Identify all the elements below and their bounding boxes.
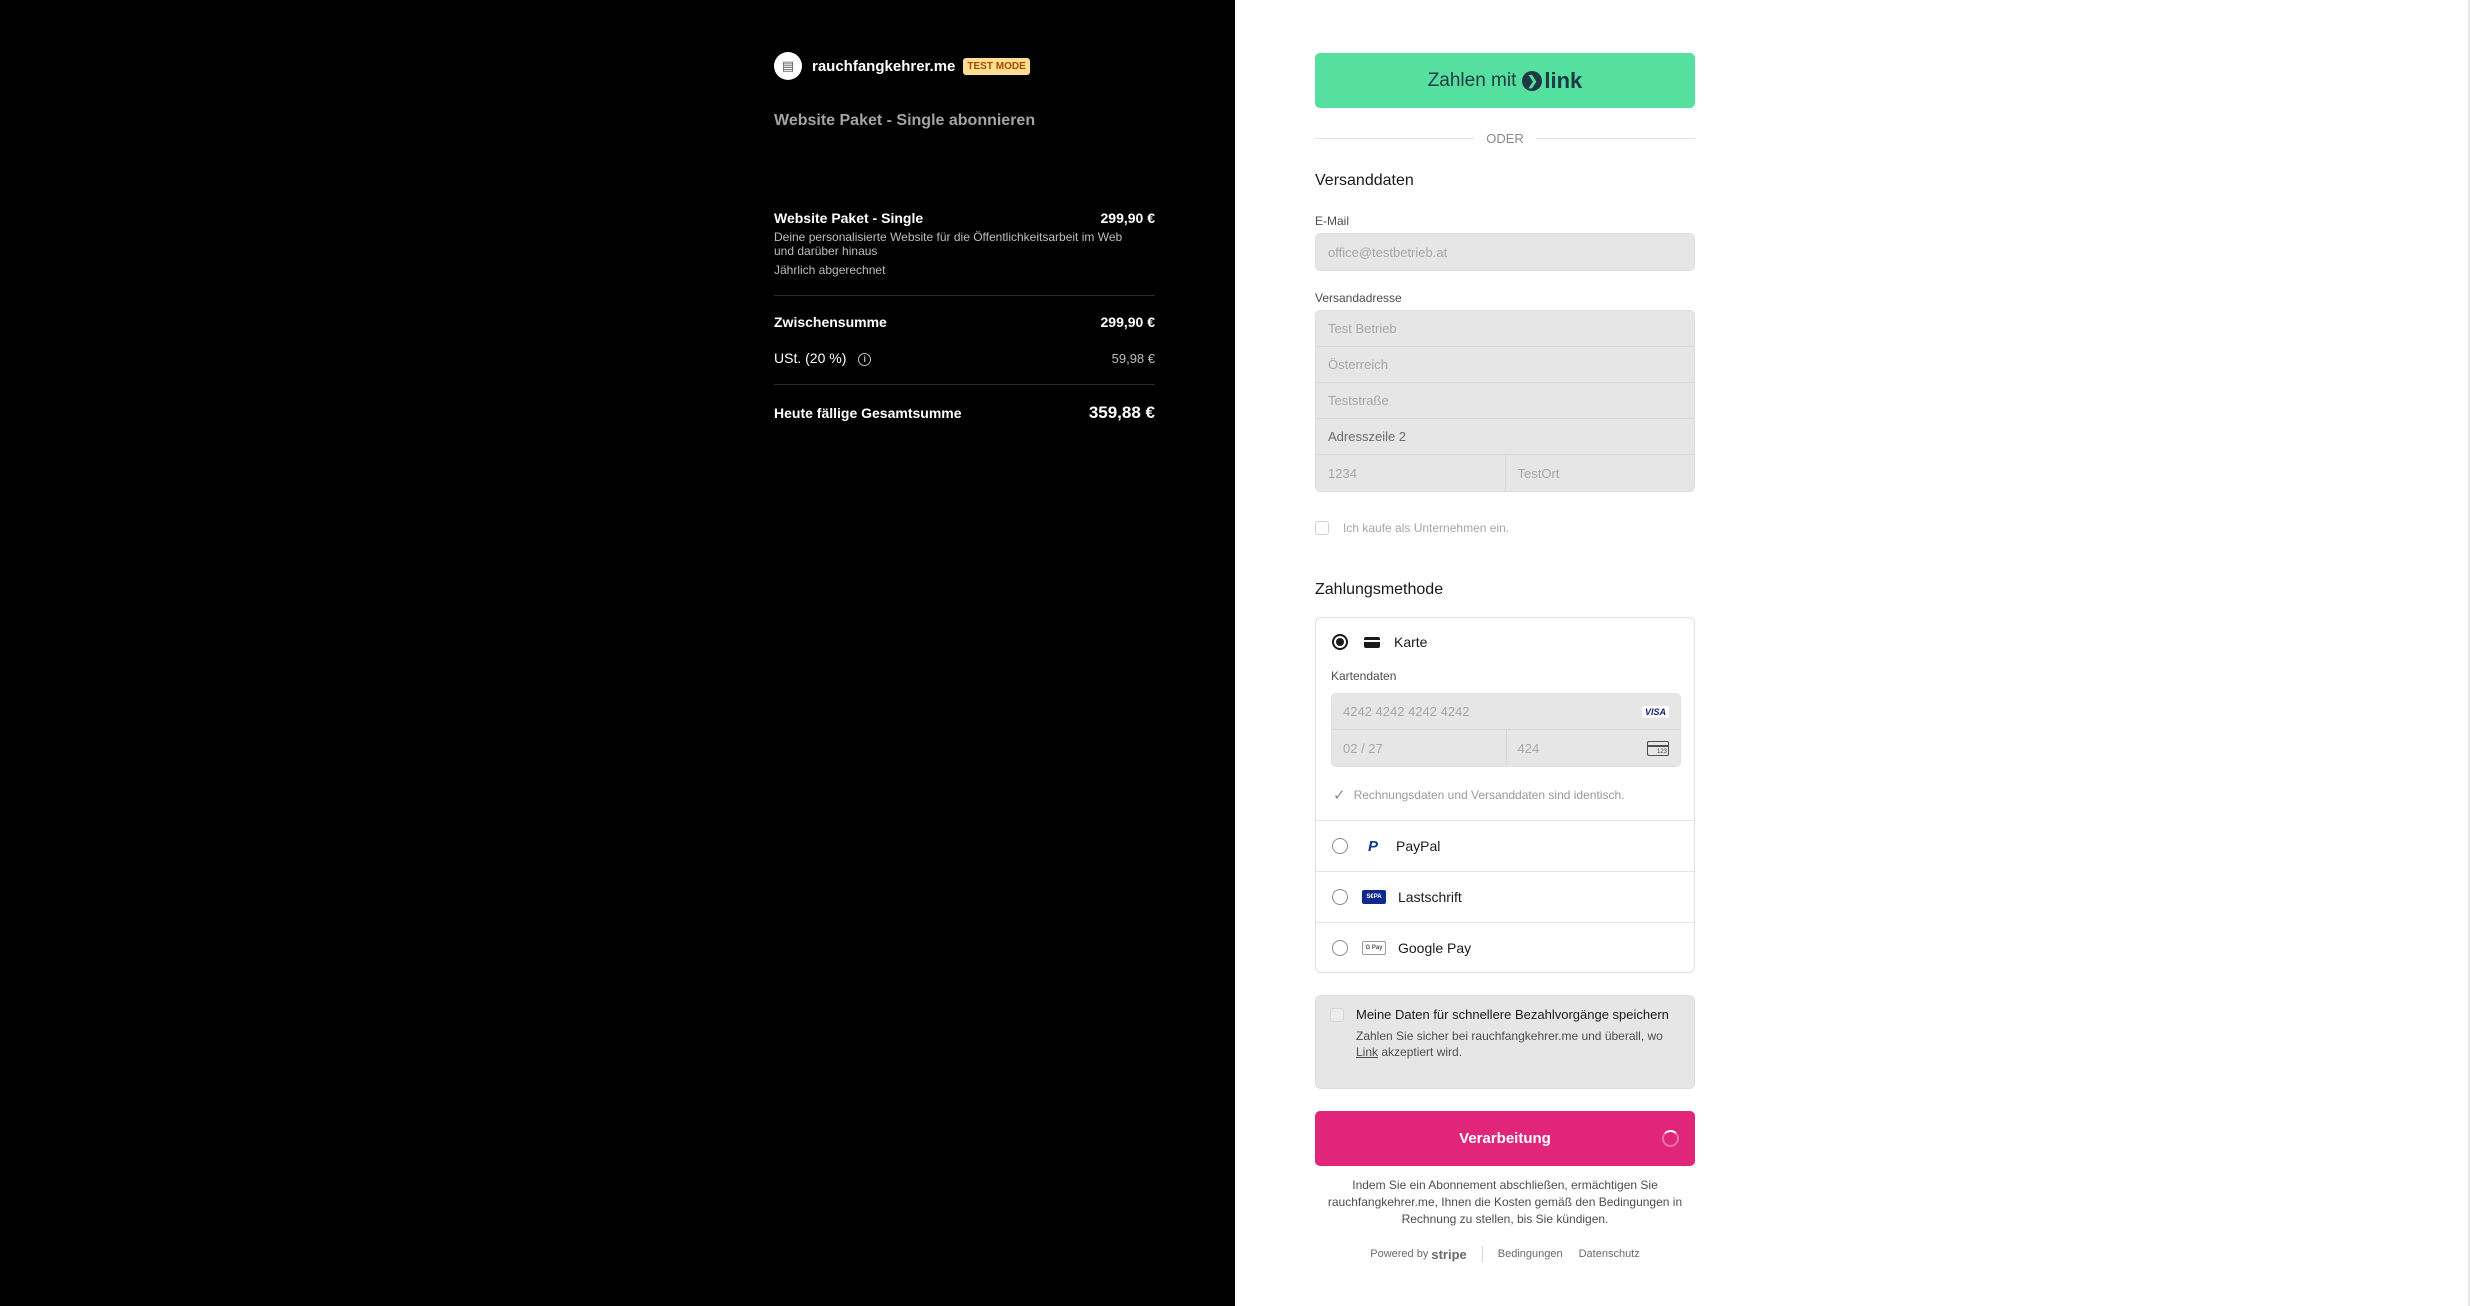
subtotal-value: 299,90 €	[1100, 314, 1156, 330]
payment-option-google-pay[interactable]: G Pay Google Pay	[1316, 923, 1694, 973]
company-checkbox[interactable]	[1315, 521, 1329, 535]
country-select[interactable]: Österreich	[1316, 347, 1694, 383]
street-field[interactable]: Teststraße	[1316, 383, 1694, 419]
subtotal-label: Zwischensumme	[774, 314, 887, 330]
shipping-title: Versanddaten	[1315, 172, 1414, 189]
line-item-description: Deine personalisierte Website für die Öf…	[774, 230, 1123, 258]
tax-label: USt. (20 %)	[774, 350, 847, 366]
cvc-icon: 123	[1647, 740, 1669, 756]
tax-row: USt. (20 %) i 59,98 €	[774, 350, 1155, 366]
sepa-icon: S€PA	[1362, 890, 1386, 904]
tax-value: 59,98 €	[1111, 350, 1155, 366]
cvc-field[interactable]: 424 123	[1505, 730, 1681, 766]
order-summary-panel: ▤ rauchfangkehrer.me TEST MODE Website P…	[0, 0, 1235, 1306]
total-value: 359,88 €	[1088, 403, 1155, 422]
terms-link[interactable]: Bedingungen	[1498, 1248, 1563, 1260]
test-mode-badge: TEST MODE	[963, 57, 1030, 75]
card-number-value: 4242 4242 4242 4242	[1343, 704, 1470, 719]
company-checkbox-label: Ich kaufe als Unternehmen ein.	[1343, 521, 1510, 535]
divider	[774, 295, 1155, 296]
google-pay-icon: G Pay	[1362, 941, 1386, 955]
address-label: Versandadresse	[1315, 291, 1402, 305]
line-item-price: 299,90 €	[1100, 210, 1156, 226]
summary-list: Website Paket - Single 299,90 € Deine pe…	[774, 210, 1155, 423]
card-data-fields: 4242 4242 4242 4242 VISA 02 / 27 424 123	[1331, 693, 1681, 767]
payment-methods: Karte Kartendaten 4242 4242 4242 4242 VI…	[1315, 617, 1695, 973]
pay-with-link-button[interactable]: Zahlen mit ❯ link	[1315, 53, 1695, 108]
link-logo: ❯ link	[1522, 68, 1582, 94]
name-field[interactable]: Test Betrieb	[1316, 311, 1694, 347]
submit-button-label: Verarbeitung	[1459, 1130, 1551, 1147]
submit-button[interactable]: Verarbeitung	[1315, 1111, 1695, 1166]
link-logo-text: link	[1544, 67, 1583, 93]
line-item-name: Website Paket - Single	[774, 210, 924, 226]
paypal-label: PayPal	[1396, 838, 1441, 854]
card-radio[interactable]	[1332, 634, 1348, 650]
link-arrow-icon: ❯	[1522, 70, 1543, 91]
zip-city-row: 1234 TestOrt	[1316, 455, 1694, 491]
divider	[1481, 1246, 1483, 1262]
expiry-value: 02 / 27	[1343, 740, 1383, 756]
divider	[774, 384, 1155, 385]
paypal-radio[interactable]	[1332, 838, 1348, 854]
address-line2-field[interactable]: Adresszeile 2	[1316, 419, 1694, 455]
or-divider: ODER	[1315, 131, 1695, 146]
merchant-logo-icon: ▤	[774, 52, 802, 80]
save-info-checkbox[interactable]	[1330, 1008, 1344, 1022]
google-pay-radio[interactable]	[1332, 940, 1348, 956]
legal-text: Indem Sie ein Abonnement abschließen, er…	[1327, 1178, 1683, 1226]
product-heading: Website Paket - Single abonnieren	[774, 112, 1036, 129]
card-label: Karte	[1394, 634, 1428, 650]
credit-card-icon	[1364, 636, 1380, 648]
merchant-header[interactable]: ▤ rauchfangkehrer.me TEST MODE	[774, 52, 1030, 80]
footer: Powered by stripe Bedingungen Datenschut…	[1315, 1246, 1695, 1262]
line-item: Website Paket - Single 299,90 €	[774, 210, 1155, 226]
save-info-title: Meine Daten für schnellere Bezahlvorgäng…	[1356, 1007, 1669, 1022]
sepa-label: Lastschrift	[1398, 889, 1462, 905]
payment-option-paypal[interactable]: P PayPal	[1316, 821, 1694, 871]
link-button-label: Zahlen mit	[1427, 69, 1517, 91]
merchant-name: rauchfangkehrer.me	[812, 57, 956, 75]
billing-same-checkbox[interactable]: ✓ Rechnungsdaten und Versanddaten sind i…	[1333, 786, 1624, 804]
company-checkbox-row[interactable]: Ich kaufe als Unternehmen ein.	[1315, 521, 1509, 535]
zip-field[interactable]: 1234	[1316, 455, 1505, 491]
card-data-label: Kartendaten	[1331, 669, 1397, 683]
city-field[interactable]: TestOrt	[1504, 455, 1695, 491]
payment-option-sepa[interactable]: S€PA Lastschrift	[1316, 872, 1694, 922]
visa-icon: VISA	[1641, 705, 1669, 718]
link-info-link[interactable]: Link	[1356, 1045, 1378, 1059]
total-label: Heute fällige Gesamtsumme	[774, 405, 962, 421]
total-row: Heute fällige Gesamtsumme 359,88 €	[774, 403, 1155, 423]
cvc-value: 424	[1517, 740, 1540, 756]
email-label: E-Mail	[1315, 214, 1350, 228]
google-pay-label: Google Pay	[1398, 940, 1472, 956]
powered-by-text: Powered by	[1370, 1248, 1429, 1260]
privacy-link[interactable]: Datenschutz	[1579, 1248, 1640, 1260]
sepa-radio[interactable]	[1332, 889, 1348, 905]
line-item-billing: Jährlich abgerechnet	[774, 263, 886, 277]
email-field[interactable]: office@testbetrieb.at	[1315, 233, 1695, 271]
checkmark-icon: ✓	[1333, 786, 1346, 804]
stripe-logo[interactable]: stripe	[1431, 1247, 1466, 1262]
card-number-field[interactable]: 4242 4242 4242 4242 VISA	[1332, 694, 1680, 730]
loading-spinner-icon	[1662, 1130, 1679, 1147]
info-icon[interactable]: i	[858, 352, 872, 366]
billing-same-label: Rechnungsdaten und Versanddaten sind ide…	[1353, 788, 1625, 802]
save-info-box[interactable]: Meine Daten für schnellere Bezahlvorgäng…	[1315, 995, 1695, 1089]
subtotal-row: Zwischensumme 299,90 €	[774, 314, 1155, 330]
address-fields: Test Betrieb Österreich Teststraße Adres…	[1315, 310, 1695, 492]
payment-option-card[interactable]: Karte	[1316, 632, 1694, 652]
or-divider-text: ODER	[1486, 131, 1524, 146]
payment-method-title: Zahlungsmethode	[1315, 581, 1444, 598]
save-info-text: Zahlen Sie sicher bei rauchfangkehrer.me…	[1356, 1029, 1663, 1059]
expiry-field[interactable]: 02 / 27	[1332, 730, 1506, 766]
paypal-icon: P	[1367, 837, 1378, 855]
